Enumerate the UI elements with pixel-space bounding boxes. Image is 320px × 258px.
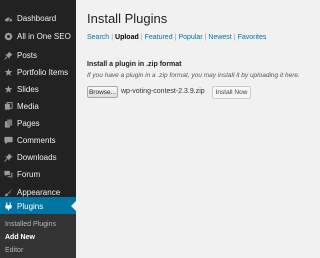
sidebar-item-media[interactable]: Media (0, 97, 76, 115)
sidebar-item-label: Dashboard (17, 13, 57, 23)
sidebar-item-label: Downloads (17, 152, 57, 162)
browse-button[interactable]: Browse... (87, 86, 118, 98)
pages-icon (0, 118, 16, 128)
sidebar-item-label: Forum (17, 169, 41, 179)
sidebar-item-label: Slides (17, 84, 39, 94)
tab-newest[interactable]: Newest (208, 34, 231, 41)
install-now-button[interactable]: Install Now (212, 86, 251, 99)
plugins-icon (0, 201, 16, 211)
submenu-item-installed-plugins[interactable]: Installed Plugins (5, 221, 56, 228)
tab-upload[interactable]: Upload (115, 34, 139, 41)
sidebar-item-all-in-one-seo[interactable]: All in One SEO (0, 27, 76, 45)
comments-icon (0, 136, 16, 145)
sidebar-item-label: Comments (17, 135, 56, 145)
sidebar-item-pages[interactable]: Pages (0, 114, 76, 132)
sidebar-item-downloads[interactable]: Downloads (0, 148, 76, 166)
portfolio-icon (0, 67, 16, 77)
tab-featured[interactable]: Featured (145, 34, 173, 41)
sidebar-item-plugins[interactable]: Plugins (0, 197, 76, 215)
dashboard-icon (0, 14, 16, 23)
plugins-submenu: Installed Plugins Add New Editor (0, 214, 76, 258)
sidebar-item-label: Plugins (17, 201, 44, 211)
sidebar-item-dashboard[interactable]: Dashboard (0, 9, 76, 27)
sidebar-item-portfolio-items[interactable]: Portfolio Items (0, 63, 76, 81)
upload-help-text: If you have a plugin in a .zip format, y… (87, 72, 300, 79)
tab-favorites[interactable]: Favorites (238, 34, 267, 41)
sidebar-item-posts[interactable]: Posts (0, 46, 76, 64)
submenu-item-add-new[interactable]: Add New (5, 234, 35, 241)
appearance-icon (0, 188, 16, 197)
sidebar-item-label: All in One SEO (17, 31, 71, 41)
main-content: Install Plugins Search | Upload | Featured | P… (76, 0, 300, 258)
sidebar-item-label: Portfolio Items (17, 67, 69, 77)
sidebar-item-label: Posts (17, 50, 38, 60)
tab-popular[interactable]: Popular (178, 34, 202, 41)
tab-search[interactable]: Search (87, 34, 109, 41)
submenu-item-editor[interactable]: Editor (5, 247, 23, 254)
install-tabs-nav: Search | Upload | Featured | Popular | Newest | Fa… (87, 34, 266, 41)
sidebar-item-forum[interactable]: Forum (0, 165, 76, 183)
media-icon (0, 101, 16, 111)
sidebar-item-comments[interactable]: Comments (0, 131, 76, 149)
selected-file-name: wp-voting-contest-2.3.9.zip (121, 88, 205, 95)
forum-icon (0, 170, 16, 179)
sidebar-item-label: Appearance (17, 187, 61, 197)
page-title: Install Plugins (87, 11, 168, 26)
slides-icon (0, 84, 16, 94)
seo-icon (0, 32, 16, 41)
pushpin-icon (0, 50, 16, 60)
upload-heading: Install a plugin in .zip format (87, 61, 182, 68)
pushpin-icon (0, 152, 16, 162)
admin-sidebar: Dashboard All in One SEO Posts Portfolio… (0, 0, 76, 258)
sidebar-item-label: Pages (17, 118, 40, 128)
sidebar-item-label: Media (17, 101, 39, 111)
sidebar-item-slides[interactable]: Slides (0, 80, 76, 98)
